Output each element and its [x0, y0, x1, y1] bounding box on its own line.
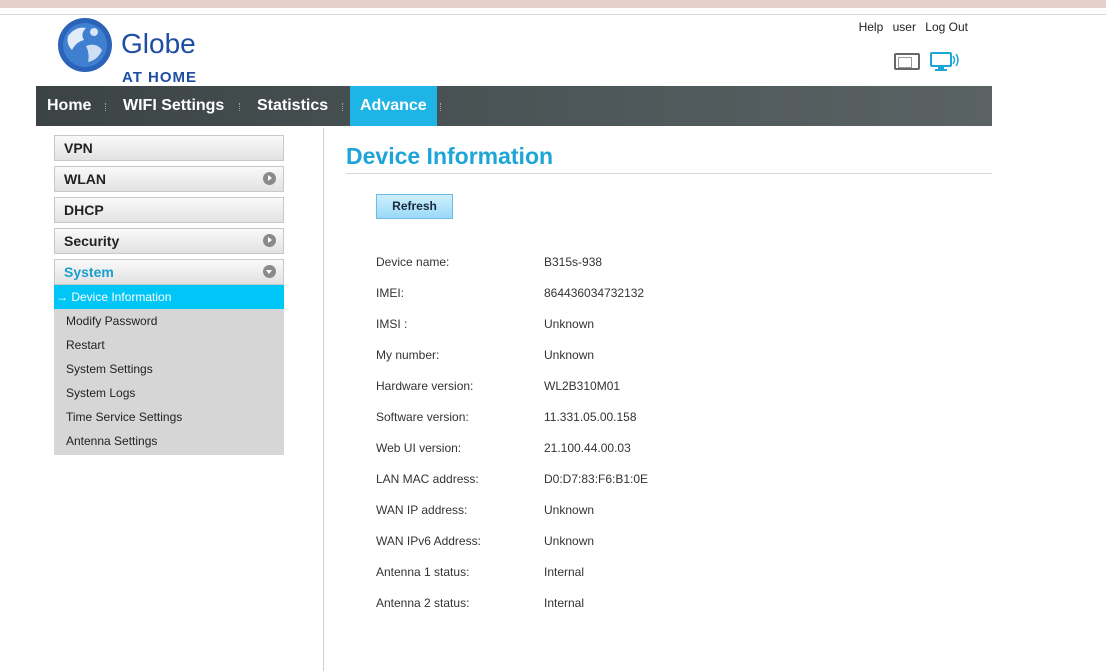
nav-advance[interactable]: Advance: [350, 86, 437, 126]
submenu-modify-password[interactable]: Modify Password: [54, 309, 284, 333]
page-title: Device Information: [346, 143, 554, 169]
info-label: Antenna 2 status:: [376, 596, 470, 610]
info-label: WAN IP address:: [376, 503, 468, 517]
sidebar-item-label: VPN: [64, 140, 93, 156]
sidebar-item-wlan[interactable]: WLAN: [54, 166, 284, 192]
info-value: Internal: [544, 565, 585, 579]
submenu-restart[interactable]: Restart: [54, 333, 284, 357]
info-label: My number:: [376, 348, 440, 362]
sidebar-item-vpn[interactable]: VPN: [54, 135, 284, 161]
info-label: LAN MAC address:: [376, 472, 479, 486]
info-label: IMSI :: [376, 317, 408, 331]
nav-wifi-settings[interactable]: WIFI Settings: [123, 86, 224, 126]
sidebar-item-dhcp[interactable]: DHCP: [54, 197, 284, 223]
info-value: 21.100.44.00.03: [544, 441, 631, 455]
content-divider: [323, 128, 324, 671]
info-label: Web UI version:: [376, 441, 462, 455]
info-label: Software version:: [376, 410, 469, 424]
nav-separator: [239, 103, 241, 111]
main-nav: Home WIFI Settings Statistics Advance: [36, 86, 992, 126]
sidebar-item-security[interactable]: Security: [54, 228, 284, 254]
sidebar-item-label: WLAN: [64, 171, 106, 187]
chevron-right-icon: [263, 234, 276, 247]
info-label: WAN IPv6 Address:: [376, 534, 481, 548]
nav-separator: [440, 103, 442, 111]
header: Globe AT HOME Help user Log Out: [36, 15, 992, 86]
globe-logo-icon: [58, 18, 112, 72]
nav-statistics[interactable]: Statistics: [257, 86, 328, 126]
sim-card-icon[interactable]: [894, 53, 920, 70]
info-value: Unknown: [544, 534, 595, 548]
info-value: Unknown: [544, 503, 595, 517]
info-value: 864436034732132: [544, 286, 645, 300]
info-label: IMEI:: [376, 286, 405, 300]
submenu-time-service-settings[interactable]: Time Service Settings: [54, 405, 284, 429]
help-link[interactable]: Help: [859, 20, 884, 34]
submenu-system-settings[interactable]: System Settings: [54, 357, 284, 381]
nav-separator: [105, 103, 107, 111]
brand-logo[interactable]: Globe AT HOME: [56, 16, 226, 86]
nav-home[interactable]: Home: [47, 86, 91, 126]
info-value: B315s-938: [544, 255, 603, 269]
user-link[interactable]: user: [893, 20, 916, 34]
sidebar-item-system[interactable]: System: [54, 259, 284, 285]
chevron-down-icon: [263, 265, 276, 278]
submenu-device-information[interactable]: → Device Information: [54, 285, 284, 309]
brand-name: Globe: [121, 28, 196, 59]
info-value: Unknown: [544, 348, 595, 362]
sidebar-item-label: System: [64, 264, 114, 280]
brand-subtitle: AT HOME: [122, 69, 198, 86]
submenu-system-logs[interactable]: System Logs: [54, 381, 284, 405]
refresh-button[interactable]: Refresh: [376, 194, 453, 219]
info-label: Device name:: [376, 255, 450, 269]
info-value: WL2B310M01: [544, 379, 621, 393]
sidebar: VPN WLAN DHCP Security System → Device I…: [54, 135, 284, 455]
sidebar-item-label: Security: [64, 233, 120, 249]
sidebar-item-label: DHCP: [64, 202, 104, 218]
logout-link[interactable]: Log Out: [925, 20, 968, 34]
info-value: Internal: [544, 596, 585, 610]
submenu-antenna-settings[interactable]: Antenna Settings: [54, 429, 284, 453]
info-value: Unknown: [544, 317, 595, 331]
system-submenu: → Device Information Modify Password Res…: [54, 285, 284, 455]
top-links: Help user Log Out: [853, 20, 968, 34]
nav-separator: [342, 103, 344, 111]
info-label: Antenna 1 status:: [376, 565, 470, 579]
network-monitor-icon[interactable]: [930, 52, 960, 72]
info-value: D0:D7:83:F6:B1:0E: [544, 472, 649, 486]
info-value: 11.331.05.00.158: [544, 410, 637, 424]
info-label: Hardware version:: [376, 379, 474, 393]
title-divider: [346, 173, 992, 174]
browser-top-strip: [0, 0, 1106, 8]
chevron-right-icon: [263, 172, 276, 185]
status-icons: [894, 52, 964, 72]
